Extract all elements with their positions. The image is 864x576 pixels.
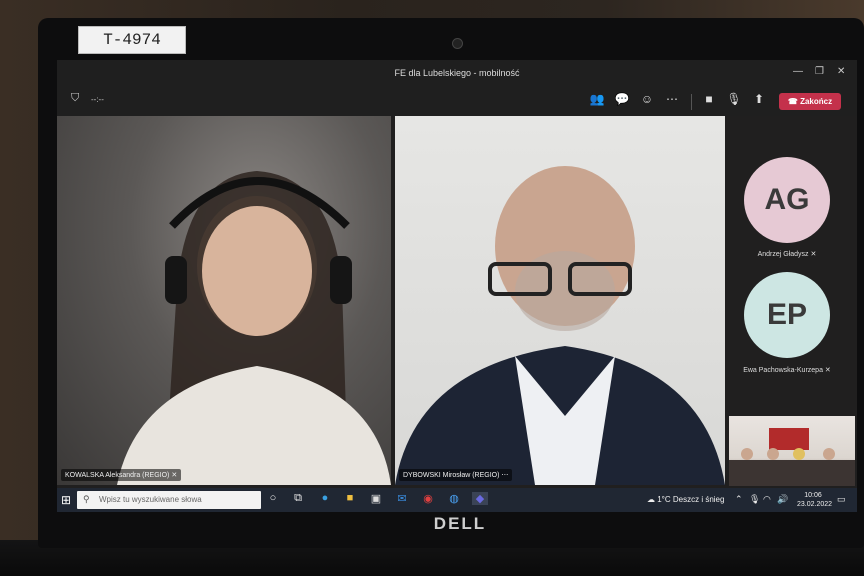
people-icon[interactable]: 👥	[589, 92, 605, 106]
windows-start-icon[interactable]: ⊞	[61, 493, 71, 507]
volume-icon[interactable]: 🔊	[777, 494, 788, 505]
participant-name: Andrzej Gładysz	[757, 251, 809, 258]
network-icon[interactable]: ◠	[763, 494, 771, 505]
window-title: FE dla Lubelskiego - mobilność	[394, 68, 520, 78]
mic-muted-icon: ✕	[810, 251, 817, 258]
self-view-tile[interactable]	[729, 416, 855, 486]
camera-icon[interactable]: ■	[701, 92, 717, 106]
participant-name-label: Ewa Pachowska-Kurzepa ✕	[722, 366, 852, 374]
maximize-icon[interactable]: ❐	[815, 66, 824, 77]
participant-name-label: Andrzej Gładysz ✕	[722, 250, 852, 258]
system-clock[interactable]: 10:06 23.02.2022	[797, 491, 833, 509]
title-bar: FE dla Lubelskiego - mobilność — ❐ ✕	[57, 60, 857, 86]
more-icon[interactable]: ⋯	[664, 92, 680, 106]
taskbar-search[interactable]: ⚲ Wpisz tu wyszukiwane słowa	[77, 491, 261, 509]
task-view-icon[interactable]: ⧉	[290, 492, 306, 505]
mail-icon[interactable]: ✉	[394, 492, 410, 505]
browser-icon[interactable]: ◍	[446, 492, 462, 505]
participant-video	[117, 171, 391, 485]
weather-widget[interactable]: ☁ 1°C Deszcz i śnieg	[647, 495, 724, 504]
leave-label: Zakończ	[800, 97, 833, 106]
participant-video	[395, 166, 725, 485]
mic-tray-icon[interactable]: 🎙	[749, 494, 760, 505]
mic-muted-icon: ✕	[171, 472, 178, 479]
meeting-toolbar: ⛉ --:-- 👥 💬 ☺ ⋯ ■ 🎙 ⬆ ☎ Zakończ	[57, 86, 857, 116]
app-icon[interactable]: ◉	[420, 492, 436, 505]
clock-time: 10:06	[804, 492, 822, 499]
toolbar-divider	[691, 94, 692, 110]
self-view-video	[729, 428, 855, 486]
asset-tag: T-4974	[78, 26, 186, 54]
mic-icon[interactable]: 🎙	[726, 92, 742, 106]
reactions-icon[interactable]: ☺	[639, 92, 655, 106]
chat-icon[interactable]: 💬	[614, 92, 630, 106]
phone-icon: ☎	[787, 97, 801, 106]
video-tile-dybowski[interactable]: DYBOWSKI Mirosław (REGIO) ⋯	[395, 116, 725, 485]
avatar[interactable]: AG	[744, 157, 830, 243]
video-tile-kowalska[interactable]: KOWALSKA Aleksandra (REGIO) ✕	[57, 116, 391, 485]
close-icon[interactable]: ✕	[837, 66, 845, 77]
cloud-icon: ☁	[647, 495, 658, 504]
store-icon[interactable]: ▣	[368, 492, 384, 505]
search-icon: ⚲	[83, 494, 90, 504]
weather-text: 1°C Deszcz i śnieg	[657, 495, 725, 504]
dell-logo: DELL	[433, 514, 487, 533]
edge-icon[interactable]: ●	[317, 492, 333, 504]
cortana-icon[interactable]: ○	[265, 492, 281, 504]
search-placeholder: Wpisz tu wyszukiwane słowa	[99, 495, 202, 504]
call-timer: --:--	[91, 95, 104, 104]
more-options-icon[interactable]: ⋯	[501, 472, 508, 479]
notifications-icon[interactable]: ▭	[837, 494, 846, 505]
laptop-screen: FE dla Lubelskiego - mobilność — ❐ ✕ ⛉ -…	[57, 60, 857, 512]
avatar[interactable]: EP	[744, 272, 830, 358]
shield-icon: ⛉	[71, 92, 80, 104]
webcam	[452, 38, 463, 49]
participant-name-label: DYBOWSKI Mirosław (REGIO) ⋯	[399, 469, 513, 481]
chevron-up-icon[interactable]: ⌃	[735, 494, 743, 505]
participant-name: Ewa Pachowska-Kurzepa	[743, 367, 823, 374]
windows-taskbar: ⊞ ⚲ Wpisz tu wyszukiwane słowa ○ ⧉ ● ■ ▣…	[57, 488, 857, 512]
mic-muted-icon: ✕	[824, 367, 831, 374]
participant-name: KOWALSKA Aleksandra (REGIO)	[65, 472, 170, 479]
leave-button[interactable]: ☎ Zakończ	[779, 93, 841, 110]
minimize-icon[interactable]: —	[793, 66, 803, 77]
clock-date: 23.02.2022	[797, 501, 833, 508]
teams-icon[interactable]: ◆	[472, 492, 488, 505]
share-icon[interactable]: ⬆	[751, 92, 767, 106]
participant-name-label: KOWALSKA Aleksandra (REGIO) ✕	[61, 469, 182, 481]
file-explorer-icon[interactable]: ■	[342, 492, 358, 504]
participant-name: DYBOWSKI Mirosław (REGIO)	[403, 472, 500, 479]
